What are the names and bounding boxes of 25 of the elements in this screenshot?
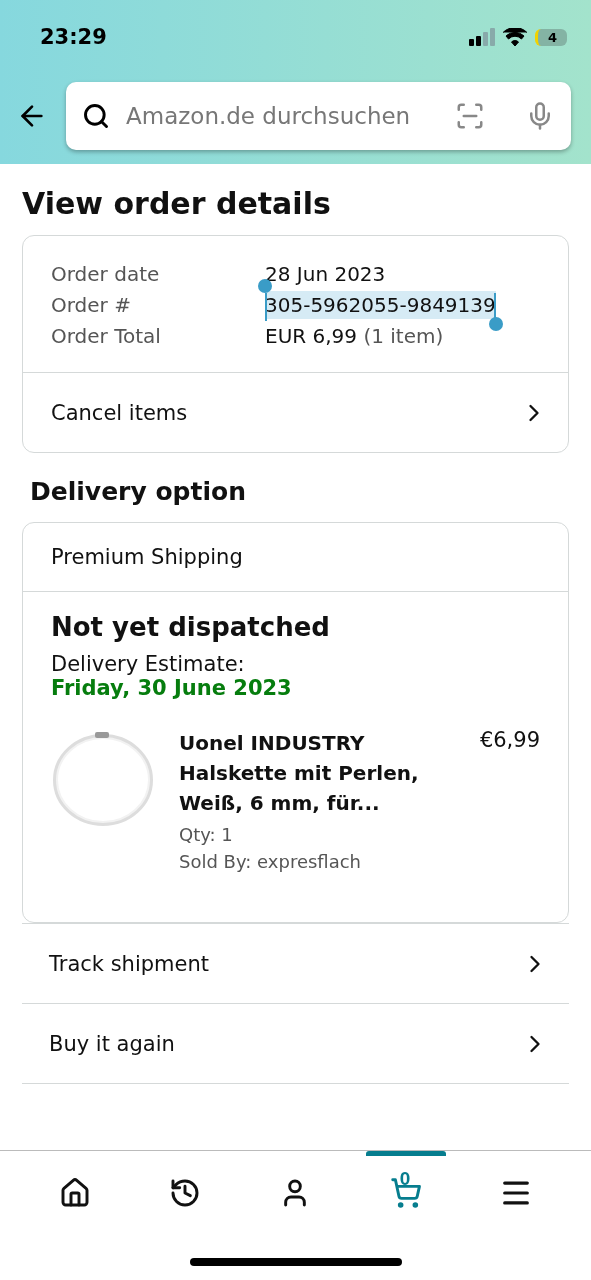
page-title: View order details: [22, 186, 332, 221]
estimate-date: Friday, 30 June 2023: [51, 676, 293, 700]
shipment-status: Not yet dispatched: [51, 612, 331, 642]
search-field[interactable]: Amazon.de durchsuchen: [66, 82, 571, 150]
product-title[interactable]: Uonel INDUSTRY Halskette mit Perlen, Weiß, 6 mm, für...: [179, 728, 449, 818]
nav-tab[interactable]: 0: [365, 1151, 446, 1229]
battery-level: 4: [534, 28, 567, 46]
cancel-items-row[interactable]: Cancel items: [23, 372, 568, 452]
wifi-icon: [502, 28, 527, 46]
seller: Sold By: expresflach: [179, 851, 363, 872]
action-row[interactable]: Track shipment: [22, 924, 569, 1004]
shipping-method: Premium Shipping: [23, 523, 568, 592]
action-row[interactable]: Buy it again: [22, 1004, 569, 1084]
info-label: Order #: [51, 292, 132, 319]
info-label: Order Total: [51, 323, 162, 350]
quantity: Qty: 1: [179, 824, 234, 845]
estimate-label: Delivery Estimate:: [51, 652, 246, 676]
cart-count: 0: [399, 1168, 411, 1190]
search-icon: [82, 102, 110, 130]
status-time: 23:29: [40, 25, 107, 49]
signal-icon: [468, 28, 495, 46]
section-heading: Delivery option: [30, 477, 247, 506]
product-price: €6,99: [479, 728, 540, 754]
info-label: Order date: [51, 261, 161, 288]
camera-scan-icon[interactable]: [455, 101, 485, 131]
